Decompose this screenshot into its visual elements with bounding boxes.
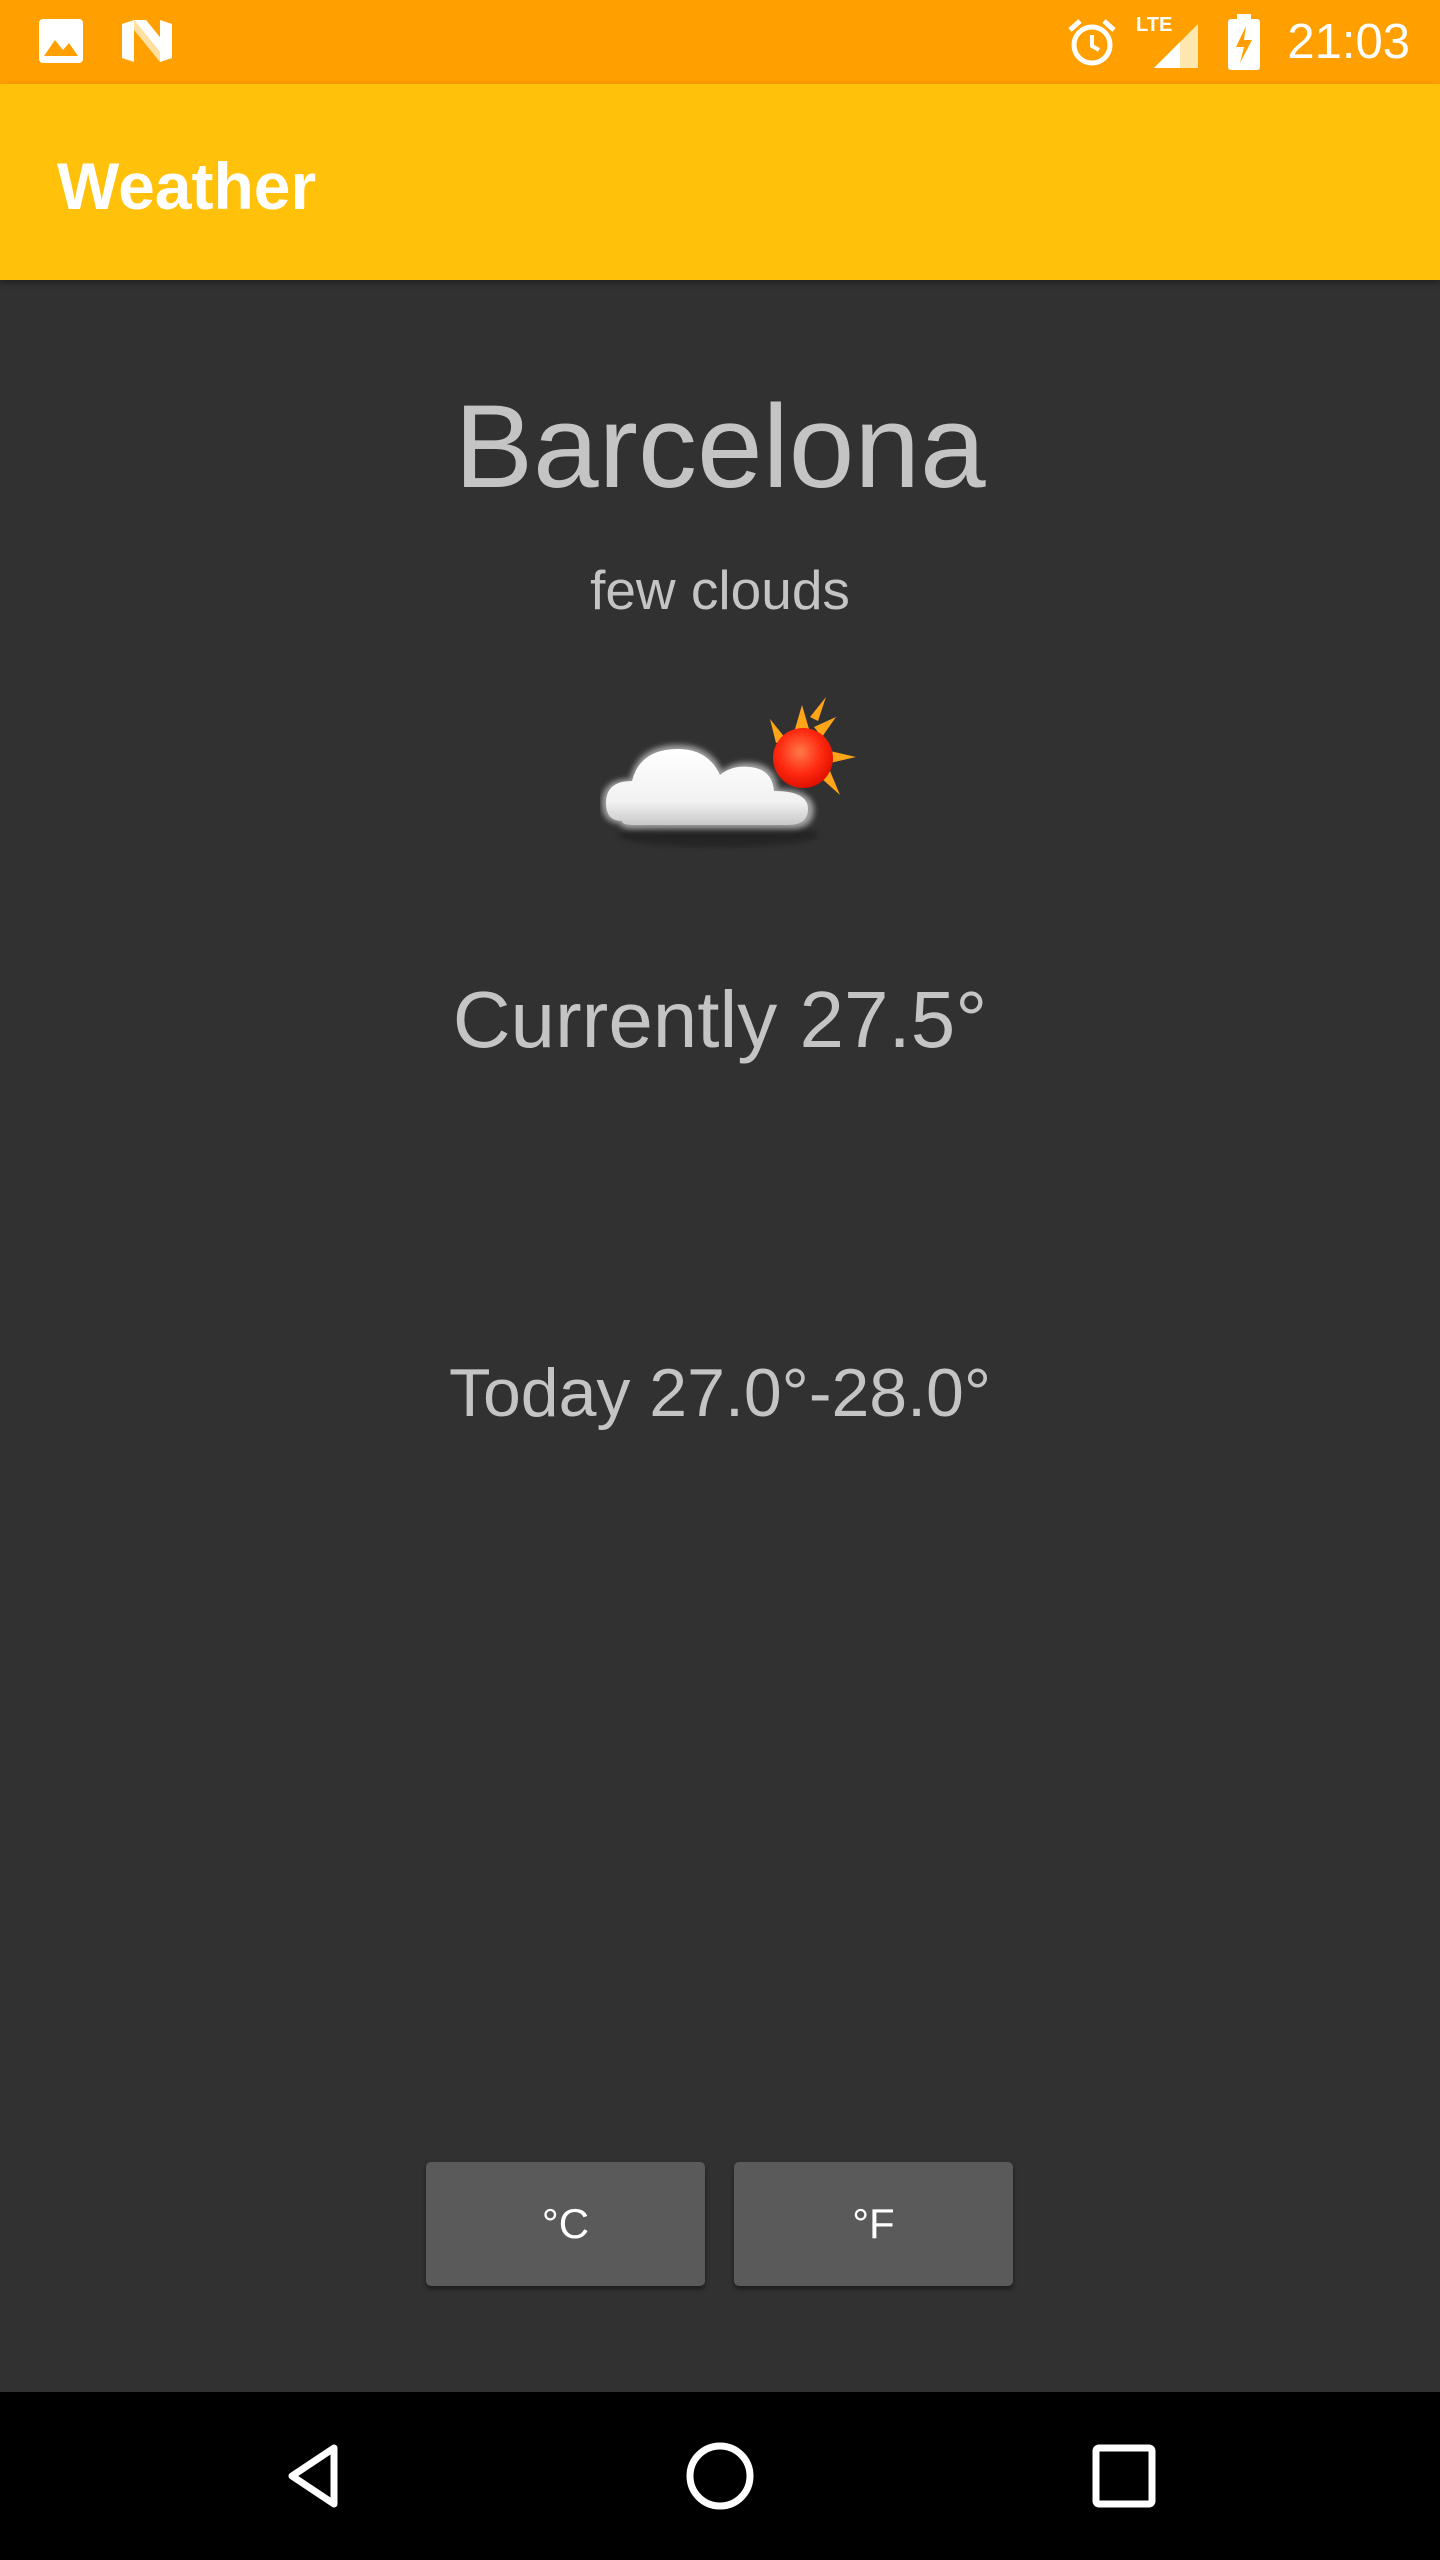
app-title: Weather bbox=[57, 149, 317, 223]
lte-signal-icon: LTE bbox=[1136, 14, 1200, 70]
fahrenheit-button[interactable]: °F bbox=[734, 2162, 1013, 2286]
n-logo-icon bbox=[122, 20, 172, 62]
city-name: Barcelona bbox=[454, 381, 986, 513]
weather-screen: LTE 21:03 Weather Barcelona few clouds C… bbox=[0, 0, 1440, 2560]
current-temperature: Currently 27.5° bbox=[452, 975, 988, 1064]
battery-charging-icon bbox=[1228, 14, 1260, 70]
weather-description: few clouds bbox=[590, 559, 850, 621]
lte-label: LTE bbox=[1136, 14, 1173, 36]
app-bar: Weather bbox=[0, 84, 1440, 280]
status-bar: LTE 21:03 bbox=[0, 0, 1440, 84]
today-temperature-range: Today 27.0°-28.0° bbox=[448, 1355, 992, 1431]
navigation-bar bbox=[0, 2392, 1440, 2560]
alarm-icon bbox=[1068, 19, 1116, 66]
back-icon[interactable] bbox=[266, 2426, 366, 2526]
home-icon[interactable] bbox=[670, 2426, 770, 2526]
clock-time: 21:03 bbox=[1287, 15, 1410, 69]
few-clouds-icon bbox=[602, 697, 856, 847]
recents-icon[interactable] bbox=[1074, 2426, 1174, 2526]
celsius-button[interactable]: °C bbox=[426, 2162, 705, 2286]
image-icon bbox=[39, 19, 83, 63]
